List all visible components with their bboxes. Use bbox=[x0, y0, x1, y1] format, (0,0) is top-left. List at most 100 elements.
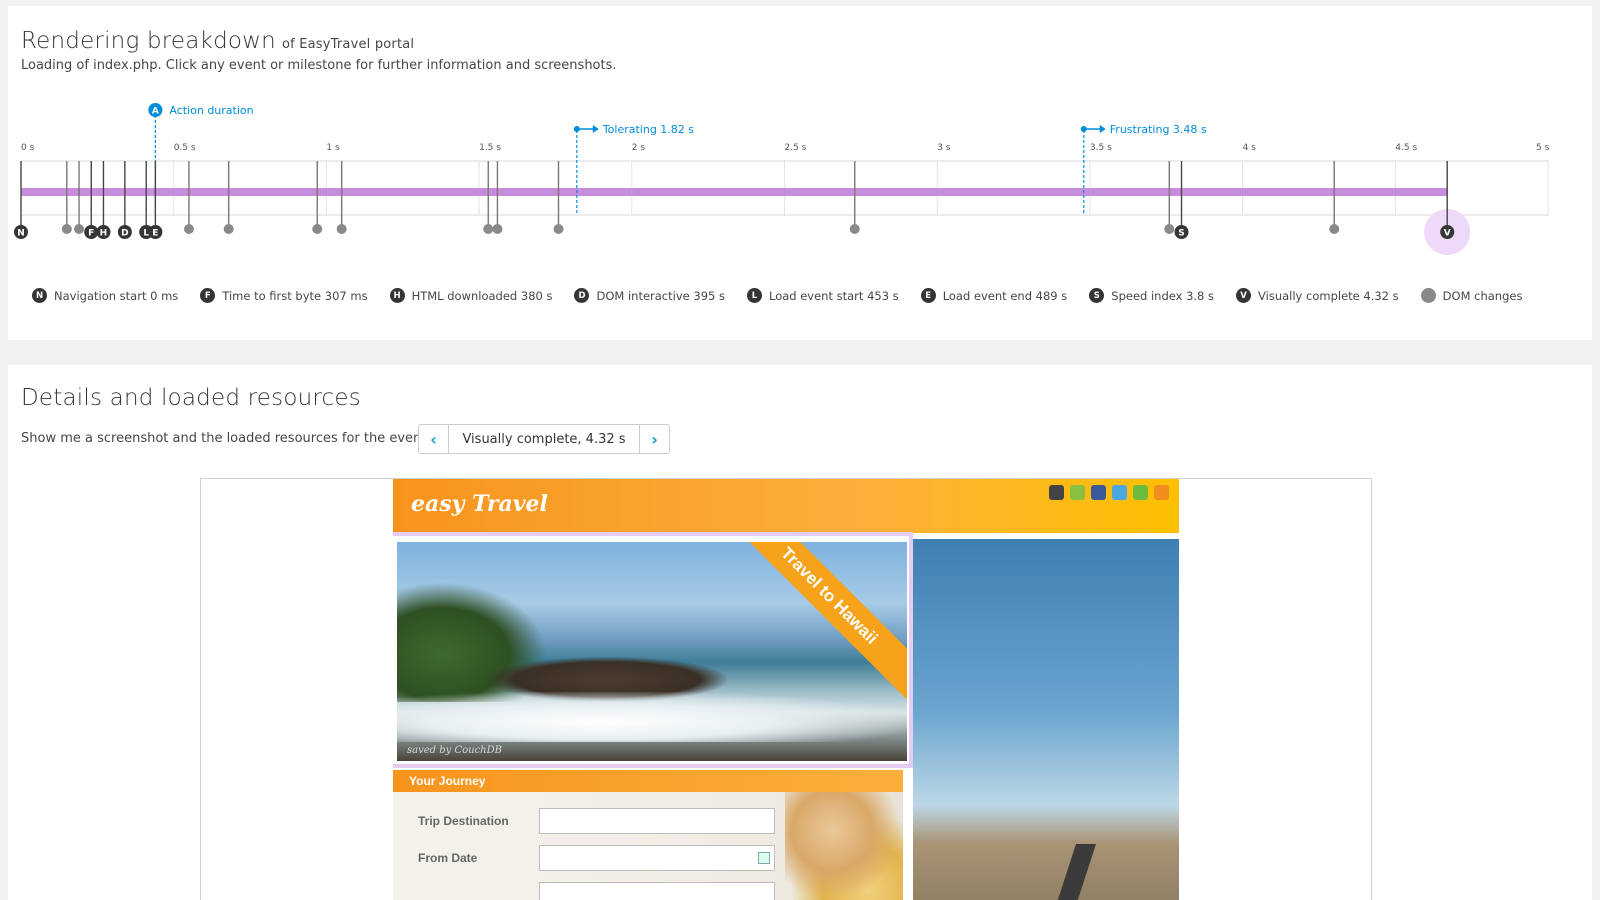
legend-label: HTML downloaded 380 s bbox=[411, 288, 553, 303]
legend-badge bbox=[1420, 288, 1436, 303]
timeline-tick-label: 1.5 s bbox=[479, 143, 501, 153]
legend-label: Time to first byte 307 ms bbox=[222, 288, 368, 303]
milestone-letter: N bbox=[17, 229, 25, 239]
dom-change-pin bbox=[483, 224, 494, 234]
timeline-tick-label: 3 s bbox=[937, 143, 951, 153]
legend-item[interactable]: H HTML downloaded 380 s bbox=[389, 288, 553, 303]
progress-bar bbox=[21, 188, 1448, 196]
legend-item[interactable]: L Load event start 453 s bbox=[746, 288, 899, 303]
event-screenshot[interactable]: easy Travel Travel to Hawaii saved by Co… bbox=[200, 478, 1372, 900]
calendar-icon bbox=[758, 852, 770, 864]
legend-item[interactable]: E Load event end 489 s bbox=[920, 288, 1068, 303]
legend-label: Load event end 489 s bbox=[942, 288, 1068, 303]
legend-badge: S bbox=[1089, 288, 1105, 303]
legend-item[interactable]: F Time to first byte 307 ms bbox=[200, 288, 368, 303]
rendering-timeline[interactable]: 0 s 0.5 s 1 s 1.5 s 2 s 2.5 s 3 s 3.5 s 4 s 4.5 s… bbox=[8, 86, 1592, 276]
tolerating-threshold-arrowhead bbox=[592, 125, 599, 133]
dom-change-pin bbox=[312, 224, 323, 234]
dom-change-pin bbox=[1329, 224, 1340, 234]
legend-label: Speed index 3.8 s bbox=[1111, 288, 1215, 303]
previous-event-button[interactable]: ‹ bbox=[419, 425, 449, 453]
site-header: easy Travel bbox=[393, 479, 1179, 533]
event-picker-value[interactable]: Visually complete, 4.32 s bbox=[449, 425, 639, 453]
chevron-right-icon: › bbox=[651, 429, 658, 449]
rss-icon bbox=[1154, 485, 1169, 500]
twitter-icon bbox=[1112, 485, 1127, 500]
timeline-tick-label: 3.5 s bbox=[1090, 143, 1112, 153]
hero-credit: saved by CouchDB bbox=[407, 745, 502, 756]
chevron-left-icon: ‹ bbox=[430, 429, 437, 449]
tolerating-threshold-label: Tolerating 1.82 s bbox=[602, 123, 694, 136]
timeline-tick-label: 2.5 s bbox=[785, 143, 807, 153]
details-title: Details and loaded resources bbox=[21, 385, 361, 411]
next-event-button[interactable]: › bbox=[639, 425, 669, 453]
rendering-title-suffix: of EasyTravel portal bbox=[281, 37, 415, 52]
legend-label: Visually complete 4.32 s bbox=[1258, 288, 1399, 303]
dom-change-pin bbox=[849, 224, 860, 234]
milestone-letter: D bbox=[121, 229, 128, 239]
apple-icon bbox=[1049, 485, 1064, 500]
seashells-image bbox=[785, 792, 903, 900]
from-date-input bbox=[539, 845, 775, 871]
dom-change-pin bbox=[492, 224, 503, 234]
journey-form: Trip Destination From Date bbox=[393, 792, 903, 900]
milestone-letter: S bbox=[1178, 229, 1184, 239]
frustrating-threshold-arrowhead bbox=[1099, 125, 1106, 133]
screenshot-website: easy Travel Travel to Hawaii saved by Co… bbox=[393, 479, 1179, 900]
hero-ribbon: Travel to Hawaii bbox=[724, 542, 907, 701]
legend-item[interactable]: D DOM interactive 395 s bbox=[574, 288, 725, 303]
legend-item[interactable]: DOM changes bbox=[1420, 288, 1523, 303]
legend-label: Navigation start 0 ms bbox=[54, 288, 179, 303]
facebook-icon bbox=[1091, 485, 1106, 500]
legend-badge: N bbox=[32, 288, 47, 303]
legend-badge: E bbox=[920, 288, 936, 303]
legend-item[interactable]: N Navigation start 0 ms bbox=[32, 288, 178, 303]
dom-change-pin bbox=[223, 224, 234, 234]
legend-badge: V bbox=[1236, 288, 1252, 303]
legend-item[interactable]: S Speed index 3.8 s bbox=[1089, 288, 1214, 303]
legend-label: DOM interactive 395 s bbox=[596, 288, 725, 303]
dom-change-pin bbox=[61, 224, 72, 234]
road bbox=[1050, 844, 1096, 900]
dom-change-pin bbox=[553, 224, 564, 234]
details-panel: Details and loaded resources Show me a s… bbox=[8, 365, 1592, 900]
hero-highlight: Travel to Hawaii saved by CouchDB bbox=[393, 532, 913, 768]
timeline-tick-label: 2 s bbox=[632, 143, 646, 153]
timeline-tick-label: 4 s bbox=[1243, 143, 1257, 153]
hero-image: Travel to Hawaii saved by CouchDB bbox=[397, 542, 907, 761]
dom-change-pin bbox=[1164, 224, 1175, 234]
action-duration-badge-letter: A bbox=[152, 107, 159, 117]
timeline-tick-label: 0 s bbox=[21, 143, 35, 153]
legend-label: Load event start 453 s bbox=[768, 288, 899, 303]
milestone-letter: L bbox=[143, 229, 149, 239]
milestone-letter: E bbox=[152, 229, 158, 239]
journey-header: Your Journey bbox=[393, 770, 903, 792]
action-duration-label: Action duration bbox=[169, 104, 253, 117]
legend-badge: L bbox=[746, 288, 762, 303]
event-picker[interactable]: ‹ Visually complete, 4.32 s › bbox=[418, 424, 670, 454]
milestone-letter: H bbox=[100, 229, 108, 239]
timeline-tick-label: 1 s bbox=[326, 143, 340, 153]
milestone-letter: V bbox=[1444, 229, 1451, 239]
trip-destination-label: Trip Destination bbox=[418, 814, 509, 828]
event-picker-label: Show me a screenshot and the loaded reso… bbox=[21, 431, 427, 446]
rendering-subtitle: Loading of index.php. Click any event or… bbox=[21, 58, 617, 73]
frustrating-threshold-label: Frustrating 3.48 s bbox=[1110, 123, 1207, 136]
legend-badge: F bbox=[200, 288, 216, 303]
rendering-breakdown-panel: Rendering breakdown of EasyTravel portal … bbox=[8, 6, 1592, 340]
timeline-legend: N Navigation start 0 ms F Time to first byt… bbox=[32, 288, 1544, 303]
timeline-tick-label: 0.5 s bbox=[174, 143, 196, 153]
legend-badge: H bbox=[389, 288, 405, 303]
dom-change-pin bbox=[74, 224, 85, 234]
milestone-letter: F bbox=[88, 229, 94, 239]
legend-label: DOM changes bbox=[1442, 288, 1523, 303]
timeline-tick-label: 5 s bbox=[1536, 143, 1550, 153]
to-date-input bbox=[539, 882, 775, 900]
surf bbox=[397, 692, 907, 742]
rendering-title-text: Rendering breakdown bbox=[21, 28, 276, 54]
timeline-tick-label: 4.5 s bbox=[1395, 143, 1417, 153]
rendering-title: Rendering breakdown of EasyTravel portal bbox=[21, 28, 414, 54]
from-date-label: From Date bbox=[418, 851, 478, 865]
share-icon bbox=[1133, 485, 1148, 500]
legend-item[interactable]: V Visually complete 4.32 s bbox=[1236, 288, 1399, 303]
